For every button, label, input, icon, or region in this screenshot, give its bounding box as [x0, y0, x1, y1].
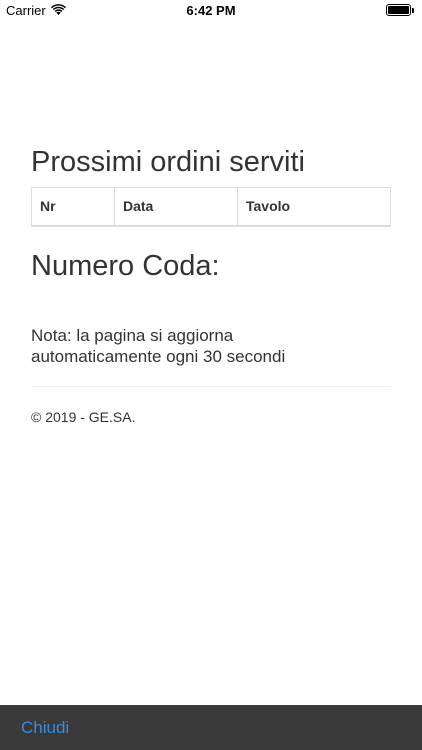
bottom-toolbar: Chiudi [0, 705, 422, 750]
copyright-footer: © 2019 - GE.SA. [31, 408, 136, 425]
refresh-note-line1: Nota: la pagina si aggiorna [31, 325, 234, 345]
column-header-tavolo: Tavolo [237, 187, 391, 227]
orders-title: Prossimi ordini serviti [31, 146, 305, 178]
battery-fill [388, 6, 409, 14]
refresh-note: Nota: la pagina si aggiorna automaticame… [31, 325, 391, 367]
status-bar: Carrier 6:42 PM [0, 0, 422, 22]
queue-title: Numero Coda: [31, 249, 220, 282]
column-header-data: Data [114, 187, 238, 227]
app-screen: Carrier 6:42 PM Prossimi ordini serviti [0, 0, 422, 750]
battery-body [386, 4, 411, 16]
refresh-note-line2: automaticamente ogni 30 secondi [31, 346, 286, 366]
column-header-nr: Nr [31, 187, 115, 227]
divider [31, 385, 391, 387]
battery-cap [412, 7, 414, 13]
main-content: Prossimi ordini serviti Nr Data Tavolo N… [31, 140, 391, 425]
close-button[interactable]: Chiudi [21, 718, 69, 738]
orders-table: Nr Data Tavolo [31, 187, 391, 227]
table-header-row: Nr Data Tavolo [31, 187, 391, 227]
battery-icon [386, 4, 414, 16]
status-time: 6:42 PM [186, 3, 236, 18]
